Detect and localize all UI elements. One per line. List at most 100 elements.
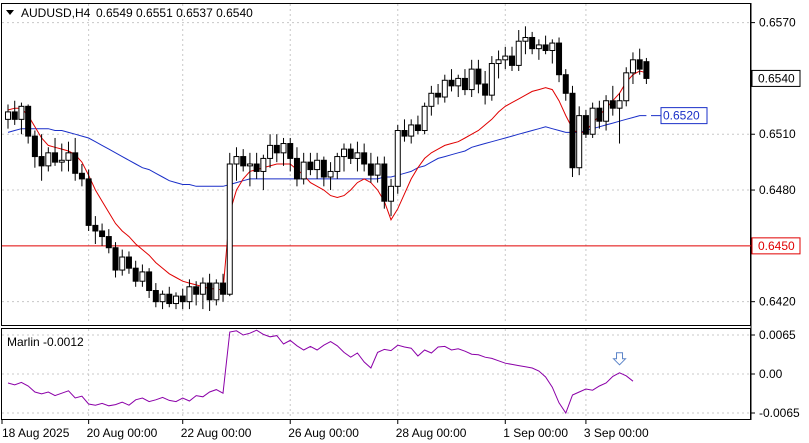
candle-bull xyxy=(186,286,193,303)
candle-bull xyxy=(246,163,253,167)
candle-bear xyxy=(31,135,38,158)
candle-bull xyxy=(159,293,166,303)
candle-bear xyxy=(293,157,300,180)
candle-bull xyxy=(522,36,529,42)
time-tick-label: 20 Aug 00:00 xyxy=(87,426,158,440)
candle-bear xyxy=(240,156,247,167)
candle-bear xyxy=(448,79,455,87)
candle-bull xyxy=(18,105,25,120)
indicator-label: Marlin -0.0012 xyxy=(7,335,84,349)
candle-bear xyxy=(193,286,200,295)
candle-bull xyxy=(58,159,65,163)
price-tick-label: 0.6480 xyxy=(759,183,796,197)
candle-bull xyxy=(226,163,233,295)
candle-bull xyxy=(616,100,623,109)
candle-bear xyxy=(166,293,173,305)
candle-bear xyxy=(636,59,643,70)
candle-bear xyxy=(25,105,32,137)
candle-bull xyxy=(603,100,610,122)
candle-bear xyxy=(542,44,549,52)
level-price-label: 0.6450 xyxy=(758,239,795,253)
price-tick-label: 0.6420 xyxy=(759,295,796,309)
candle-bull xyxy=(260,157,267,172)
candle-bull xyxy=(408,124,415,137)
candle-bear xyxy=(307,161,314,171)
candle-bull xyxy=(119,256,126,271)
candle-bull xyxy=(394,130,401,187)
candle-bear xyxy=(152,290,159,303)
candle-bear xyxy=(92,224,99,232)
candle-bull xyxy=(515,40,522,66)
candle-bull xyxy=(233,156,240,165)
candle-bear xyxy=(609,100,616,109)
candle-bull xyxy=(388,185,395,202)
candle-bear xyxy=(206,282,213,301)
candle-bull xyxy=(139,271,146,282)
time-tick-label: 18 Aug 2025 xyxy=(2,426,70,440)
candle-bull xyxy=(5,111,11,120)
ohlc-readout: 0.6549 0.6551 0.6537 0.6540 xyxy=(96,6,253,20)
candle-bull xyxy=(623,72,630,102)
time-tick-label: 3 Sep 00:00 xyxy=(584,426,649,440)
candle-bull xyxy=(576,115,583,169)
candle-bear xyxy=(401,130,408,137)
candle-bull xyxy=(421,105,428,132)
candle-bull xyxy=(341,148,347,158)
candle-bear xyxy=(253,163,260,172)
candle-bear xyxy=(38,156,45,167)
candle-bull xyxy=(173,295,179,305)
candle-bear xyxy=(562,74,569,94)
candle-bear xyxy=(381,163,388,202)
candle-bear xyxy=(78,172,85,180)
candle-bull xyxy=(267,144,274,159)
candle-bear xyxy=(347,148,354,159)
candle-bull xyxy=(428,92,435,107)
price-tick-label: 0.6570 xyxy=(759,16,796,30)
candle-bear xyxy=(435,92,442,98)
candle-bull xyxy=(535,44,542,50)
candle-bear xyxy=(179,295,186,303)
candle-bull xyxy=(199,282,206,295)
time-tick-label: 22 Aug 00:00 xyxy=(181,426,252,440)
time-tick-label: 28 Aug 00:00 xyxy=(396,426,467,440)
candle-bear xyxy=(361,152,368,165)
candle-bull xyxy=(629,59,636,74)
current-price-label: 0.6540 xyxy=(758,71,795,85)
chart-title: AUDUSD,H4 xyxy=(21,6,91,20)
candle-bear xyxy=(146,271,153,292)
candle-bear xyxy=(582,115,589,135)
candle-bear xyxy=(52,152,59,163)
candle-bull xyxy=(213,282,220,301)
candle-bear xyxy=(556,42,563,76)
candle-bear xyxy=(11,111,18,120)
candle-bull xyxy=(314,159,321,171)
osc-tick-label: 0.0065 xyxy=(759,328,796,342)
candle-bear xyxy=(509,55,515,66)
candle-bull xyxy=(327,170,334,178)
osc-tick-label: -0.0065 xyxy=(759,406,800,420)
candle-bear xyxy=(273,144,280,154)
candle-bear xyxy=(529,36,536,50)
price-tick-label: 0.6510 xyxy=(759,127,796,141)
candle-bear xyxy=(132,267,139,282)
candle-bear xyxy=(287,143,294,159)
candle-bear xyxy=(220,282,227,295)
candle-bull xyxy=(455,77,462,87)
candle-bear xyxy=(105,236,112,249)
candle-bull xyxy=(280,143,287,154)
candle-bear xyxy=(85,178,92,226)
candle-bull xyxy=(549,42,556,52)
candle-bull xyxy=(374,163,381,176)
chart-area[interactable]: 0.6540 0.6450 0.6520 0.6570 0.6510 0.6480 0.6… xyxy=(0,0,809,443)
time-tick-label: 26 Aug 00:00 xyxy=(288,426,359,440)
candle-bear xyxy=(125,256,132,269)
candle-bull xyxy=(502,55,509,61)
candle-bull xyxy=(441,79,448,98)
candle-bull xyxy=(334,156,341,172)
osc-tick-label: 0.00 xyxy=(759,367,783,381)
candle-bull xyxy=(65,152,72,161)
candle-bear xyxy=(461,77,468,91)
candle-bear xyxy=(320,159,327,178)
candle-bear xyxy=(99,230,106,238)
candle-bear xyxy=(596,107,603,122)
